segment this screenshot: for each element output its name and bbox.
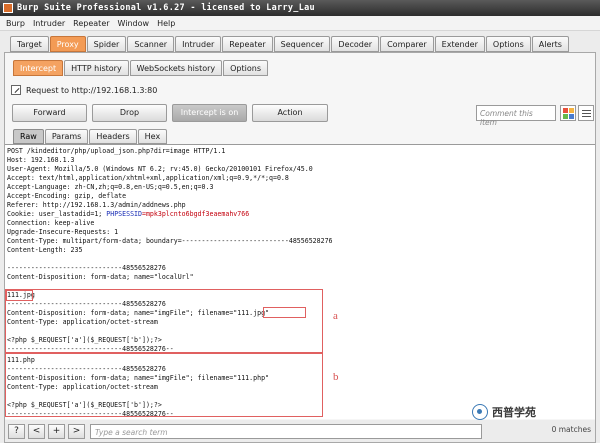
tab-proxy[interactable]: Proxy — [49, 36, 86, 52]
edit-pencil-icon — [11, 85, 21, 95]
grid-icon-cell — [569, 114, 574, 119]
search-input[interactable]: Type a search term — [90, 423, 482, 439]
menu-icon-line — [582, 116, 591, 117]
search-bar: ? < + > Type a search term 0 matches — [5, 420, 595, 442]
header-cookie: Cookie: user_lastadid=1; PHPSESSID=mpk3p… — [7, 210, 249, 219]
tab-scanner[interactable]: Scanner — [127, 36, 175, 52]
subtab-http-history[interactable]: HTTP history — [64, 60, 129, 76]
header-accept: Accept: text/html,application/xhtml+xml,… — [7, 174, 289, 182]
header-content-length: Content-Length: 235 — [7, 246, 83, 254]
header-referer: Referer: http://192.168.1.3/admin/addnew… — [7, 201, 186, 209]
drop-button[interactable]: Drop — [92, 104, 167, 122]
annotation-filename-highlight — [263, 307, 306, 318]
header-user-agent: User-Agent: Mozilla/5.0 (Windows NT 6.2;… — [7, 165, 313, 173]
header-accept-encoding: Accept-Encoding: gzip, deflate — [7, 192, 127, 200]
subtab-intercept[interactable]: Intercept — [13, 60, 64, 76]
annotation-box-b — [5, 353, 323, 417]
menu-intruder[interactable]: Intruder — [33, 19, 65, 28]
next-button[interactable]: > — [68, 423, 85, 439]
boundary-line: -----------------------------48556528276 — [7, 264, 166, 272]
menu-bar: Burp Intruder Repeater Window Help — [0, 16, 600, 31]
header-content-type: Content-Type: multipart/form-data; bound… — [7, 237, 333, 245]
window-title: Burp Suite Professional v1.6.27 - licens… — [17, 3, 315, 13]
tab-target[interactable]: Target — [10, 36, 49, 52]
match-count: 0 matches — [551, 425, 591, 434]
request-line: POST /kindeditor/php/upload_json.php?dir… — [7, 147, 226, 155]
message-options-button[interactable] — [578, 105, 594, 121]
action-button[interactable]: Action — [252, 104, 328, 122]
header-host: Host: 192.168.1.3 — [7, 156, 75, 164]
forward-button[interactable]: Forward — [12, 104, 87, 122]
menu-icon-line — [582, 113, 591, 114]
menu-icon — [582, 110, 591, 111]
grid-icon — [563, 108, 568, 113]
header-upgrade: Upgrade-Insecure-Requests: 1 — [7, 228, 119, 236]
watermark-logo: 西普学苑 — [472, 404, 536, 420]
tab-options[interactable]: Options — [485, 36, 531, 52]
header-accept-language: Accept-Language: zh-CN,zh;q=0.8,en-US;q=… — [7, 183, 214, 191]
comment-field[interactable]: Comment this item — [476, 105, 556, 127]
annotation-localurl-highlight — [6, 290, 33, 301]
tab-spider[interactable]: Spider — [86, 36, 127, 52]
raw-request-editor[interactable]: POST /kindeditor/php/upload_json.php?dir… — [5, 144, 595, 419]
tab-extender[interactable]: Extender — [434, 36, 485, 52]
title-bar: Burp Suite Professional v1.6.27 - licens… — [0, 0, 600, 16]
main-tabs: Target Proxy Spider Scanner Intruder Rep… — [10, 36, 570, 52]
proxy-panel: Intercept HTTP history WebSockets histor… — [4, 52, 596, 443]
tab-decoder[interactable]: Decoder — [331, 36, 380, 52]
view-tab-hex[interactable]: Hex — [137, 129, 168, 144]
tab-intruder[interactable]: Intruder — [175, 36, 222, 52]
view-tab-headers[interactable]: Headers — [89, 129, 137, 144]
annotation-label-b: b — [333, 371, 339, 383]
request-target-label: Request to http://192.168.1.3:80 — [26, 85, 158, 95]
subtab-options[interactable]: Options — [223, 60, 268, 76]
watermark-icon — [472, 404, 488, 420]
menu-window[interactable]: Window — [118, 19, 150, 28]
proxy-sub-tabs: Intercept HTTP history WebSockets histor… — [13, 60, 269, 76]
tab-repeater[interactable]: Repeater — [222, 36, 273, 52]
cookie-session-value: =mpk3plcnto6bgdf3eaemahv766 — [141, 210, 250, 218]
annotation-label-a: a — [333, 310, 338, 322]
highlight-color-button[interactable] — [560, 105, 576, 121]
menu-repeater[interactable]: Repeater — [73, 19, 109, 28]
request-target-bar: Request to http://192.168.1.3:80 — [11, 83, 157, 97]
grid-icon-cell — [563, 114, 568, 119]
cookie-prefix: Cookie: user_lastadid=1; — [7, 210, 107, 218]
subtab-websockets-history[interactable]: WebSockets history — [129, 60, 223, 76]
intercept-controls: Forward Drop Intercept is on Action — [12, 104, 333, 122]
next-match-button[interactable]: + — [48, 423, 65, 439]
grid-icon-cell — [569, 108, 574, 113]
tab-comparer[interactable]: Comparer — [380, 36, 434, 52]
view-tab-params[interactable]: Params — [44, 129, 89, 144]
help-button[interactable]: ? — [8, 423, 25, 439]
tab-sequencer[interactable]: Sequencer — [273, 36, 331, 52]
annotation-box-a — [5, 289, 323, 353]
burp-app-icon — [3, 3, 13, 13]
view-tab-raw[interactable]: Raw — [13, 129, 44, 144]
tab-alerts[interactable]: Alerts — [531, 36, 569, 52]
disposition-localurl: Content-Disposition: form-data; name="lo… — [7, 273, 194, 281]
header-connection: Connection: keep-alive — [7, 219, 95, 227]
watermark-text: 西普学苑 — [492, 406, 536, 419]
cookie-session-name: PHPSESSID — [106, 210, 142, 218]
intercept-toggle-button[interactable]: Intercept is on — [172, 104, 247, 122]
message-view-tabs: Raw Params Headers Hex — [13, 129, 168, 144]
menu-burp[interactable]: Burp — [6, 19, 25, 28]
menu-help[interactable]: Help — [157, 19, 175, 28]
previous-match-button[interactable]: < — [28, 423, 45, 439]
